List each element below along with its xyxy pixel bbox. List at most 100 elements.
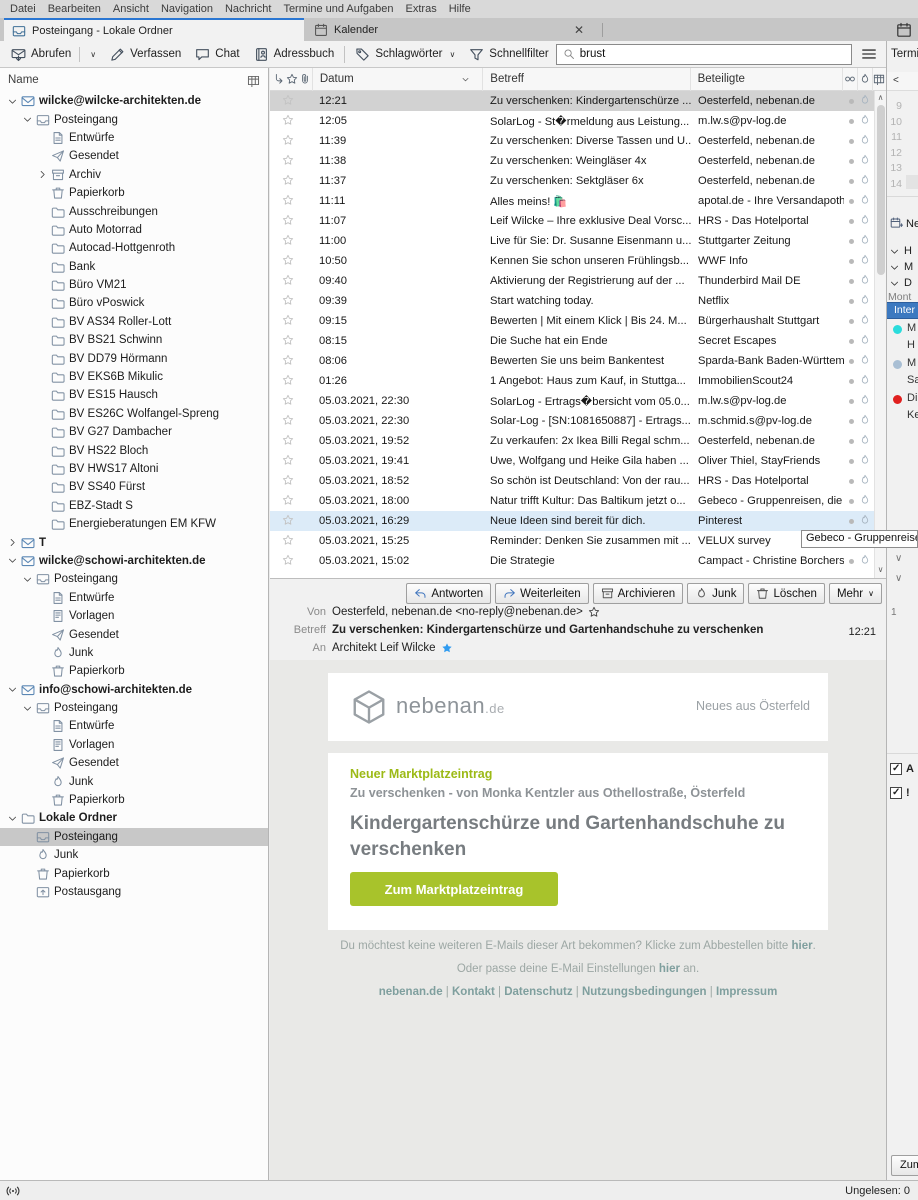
star-outline-icon[interactable] <box>282 394 294 406</box>
chevron-down-icon[interactable] <box>6 555 19 566</box>
junk-flame-icon[interactable] <box>859 254 871 266</box>
star-cell[interactable] <box>270 254 312 269</box>
folder-row-papierkorb[interactable]: Papierkorb <box>0 184 268 202</box>
junk-toggle[interactable] <box>859 374 874 389</box>
loschen-button[interactable]: Löschen <box>748 583 824 604</box>
junk-flame-icon[interactable] <box>859 174 871 186</box>
junk-toggle[interactable] <box>859 314 874 329</box>
junk-flame-icon[interactable] <box>859 374 871 386</box>
new-event-button[interactable]: Ne <box>890 217 918 230</box>
abrufen-button[interactable]: Abrufen∨ <box>4 43 103 66</box>
attachment-column-icon[interactable] <box>299 73 311 85</box>
junk-toggle[interactable] <box>859 514 874 529</box>
star-cell[interactable] <box>270 394 312 409</box>
chevron-down-icon[interactable] <box>6 813 19 824</box>
menu-item-bearbeiten[interactable]: Bearbeiten <box>42 1 107 17</box>
folder-row-info-schowi-architekten-de[interactable]: info@schowi-architekten.de <box>0 681 268 699</box>
tab-inbox[interactable]: Posteingang - Lokale Ordner <box>4 18 304 41</box>
chevron-down-icon[interactable] <box>21 114 34 125</box>
folder-row-wilcke-wilcke-architekten-de[interactable]: wilcke@wilcke-architekten.de <box>0 92 268 110</box>
read-indicator[interactable] <box>844 299 859 304</box>
star-cell[interactable] <box>270 334 312 349</box>
menu-item-extras[interactable]: Extras <box>400 1 443 17</box>
junk-flame-icon[interactable] <box>859 234 871 246</box>
folder-row-t[interactable]: T <box>0 533 268 551</box>
folder-row-bv-as34-roller-lott[interactable]: BV AS34 Roller-Lott <box>0 313 268 331</box>
message-row[interactable]: 08:15Die Suche hat ein EndeSecret Escape… <box>270 331 874 351</box>
message-row[interactable]: 09:40Aktivierung der Registrierung auf d… <box>270 271 874 291</box>
agenda-section-header[interactable]: H <box>889 245 912 257</box>
read-indicator[interactable] <box>844 459 859 464</box>
read-indicator[interactable] <box>844 399 859 404</box>
event-line2[interactable]: Sa <box>907 374 918 386</box>
folder-row-gesendet[interactable]: Gesendet <box>0 625 268 643</box>
antworten-button[interactable]: Antworten <box>406 583 491 604</box>
folder-row-gesendet[interactable]: Gesendet <box>0 754 268 772</box>
broadcast-status-icon[interactable] <box>6 1184 20 1198</box>
folder-row-bv-bs21-schwinn[interactable]: BV BS21 Schwinn <box>0 331 268 349</box>
junk-flame-icon[interactable] <box>859 154 871 166</box>
junk-toggle[interactable] <box>859 394 874 409</box>
star-outline-icon[interactable] <box>282 454 294 466</box>
event-line2[interactable]: H <box>907 339 915 351</box>
star-outline-icon[interactable] <box>282 354 294 366</box>
junk-toggle[interactable] <box>859 254 874 269</box>
message-row[interactable]: 11:39Zu verschenken: Diverse Tassen und … <box>270 131 874 151</box>
unsubscribe-link[interactable]: hier <box>791 940 812 952</box>
folder-row-bank[interactable]: Bank <box>0 258 268 276</box>
star-outline-icon[interactable] <box>282 554 294 566</box>
message-row[interactable]: 05.03.2021, 16:29Neue Ideen sind bereit … <box>270 511 874 531</box>
message-row[interactable]: 05.03.2021, 22:30SolarLog - Ertrags�bers… <box>270 391 874 411</box>
star-outline-icon[interactable] <box>282 234 294 246</box>
star-outline-icon[interactable] <box>282 434 294 446</box>
star-cell[interactable] <box>270 294 312 309</box>
folder-row-junk[interactable]: Junk <box>0 846 268 864</box>
footer-link-datenschutz[interactable]: Datenschutz <box>504 986 572 998</box>
read-indicator[interactable] <box>844 259 859 264</box>
schnellfilter-button[interactable]: Schnellfilter <box>462 43 555 66</box>
junk-flame-icon[interactable] <box>859 354 871 366</box>
read-indicator[interactable] <box>844 139 859 144</box>
read-indicator[interactable] <box>844 379 859 384</box>
junk-button[interactable]: Junk <box>687 583 744 604</box>
junk-toggle[interactable] <box>859 194 874 209</box>
message-row[interactable]: 12:05SolarLog - St�rmeldung aus Leistung… <box>270 111 874 131</box>
menu-item-hilfe[interactable]: Hilfe <box>443 1 477 17</box>
to-value[interactable]: Architekt Leif Wilcke <box>332 642 436 654</box>
chevron-right-icon[interactable] <box>6 537 19 548</box>
star-cell[interactable] <box>270 454 312 469</box>
folder-row-junk[interactable]: Junk <box>0 772 268 790</box>
read-indicator[interactable] <box>844 559 859 564</box>
column-header-participants[interactable]: Beteiligte <box>690 68 843 91</box>
message-row[interactable]: 05.03.2021, 18:00Natur trifft Kultur: Da… <box>270 491 874 511</box>
schlagworter-button[interactable]: Schlagwörter∨ <box>348 43 462 66</box>
today-pane-bottom-button[interactable]: Zum h <box>891 1155 918 1176</box>
message-row[interactable]: 05.03.2021, 15:25Reminder: Denken Sie zu… <box>270 531 874 551</box>
junk-flame-icon[interactable] <box>859 334 871 346</box>
junk-flame-icon[interactable] <box>859 554 871 566</box>
message-row[interactable]: 05.03.2021, 15:02Die StrategieCampact - … <box>270 551 874 571</box>
read-indicator[interactable] <box>844 439 859 444</box>
star-outline-icon[interactable] <box>282 194 294 206</box>
folder-row-posteingang[interactable]: Posteingang <box>0 110 268 128</box>
checkbox-checked-icon[interactable] <box>890 787 902 799</box>
junk-toggle[interactable] <box>859 334 874 349</box>
junk-flame-icon[interactable] <box>859 294 871 306</box>
mehr-button[interactable]: Mehr∨ <box>829 583 882 604</box>
folder-row-lokale-ordner[interactable]: Lokale Ordner <box>0 809 268 827</box>
column-picker-button[interactable] <box>872 68 886 91</box>
folder-row-posteingang[interactable]: Posteingang <box>0 570 268 588</box>
folder-row-papierkorb[interactable]: Papierkorb <box>0 791 268 809</box>
menu-item-nachricht[interactable]: Nachricht <box>219 1 277 17</box>
column-header-read[interactable] <box>842 68 857 91</box>
archivieren-button[interactable]: Archivieren <box>593 583 684 604</box>
star-cell[interactable] <box>270 534 312 549</box>
folder-row-postausgang[interactable]: Postausgang <box>0 883 268 901</box>
read-indicator[interactable] <box>844 179 859 184</box>
chevron-down-icon[interactable] <box>21 703 34 714</box>
star-outline-icon[interactable] <box>282 374 294 386</box>
junk-toggle[interactable] <box>859 434 874 449</box>
column-header-date[interactable]: Datum <box>312 68 482 91</box>
menu-item-ansicht[interactable]: Ansicht <box>107 1 155 17</box>
footer-link-nutzungsbedingungen[interactable]: Nutzungsbedingungen <box>582 986 707 998</box>
